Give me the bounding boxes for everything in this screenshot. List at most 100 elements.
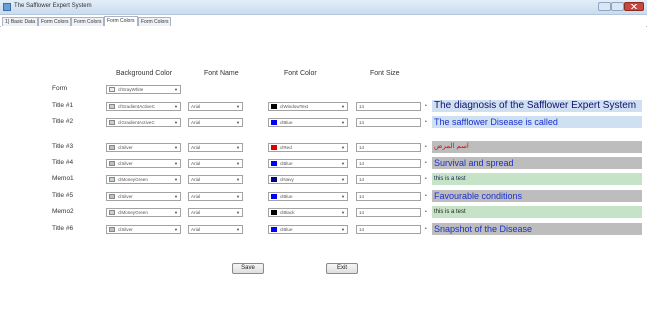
font-color-value: clBlack (280, 210, 295, 215)
color-swatch (271, 210, 277, 215)
background-color-value: clSilver (118, 227, 133, 232)
chevron-down-icon[interactable]: ▼ (235, 176, 241, 183)
font-color-select[interactable]: clBlue ▼ (268, 225, 348, 234)
background-color-select[interactable]: cfGradientActiveC ▼ (106, 102, 181, 111)
chevron-down-icon[interactable]: ▼ (340, 160, 346, 167)
font-size-value: 14 (359, 177, 365, 182)
font-size-select[interactable]: 14 (356, 102, 421, 111)
background-color-value: clSilver (118, 145, 133, 150)
preview-text: this is a test (432, 206, 642, 218)
chevron-down-icon[interactable]: ▼ (235, 119, 241, 126)
chevron-down-icon[interactable]: ▼ (235, 160, 241, 167)
chevron-down-icon[interactable]: ▼ (173, 119, 179, 126)
close-button[interactable] (624, 2, 644, 11)
color-swatch (271, 177, 277, 182)
tab-basic-data[interactable]: 1) Basic Data (2, 17, 38, 26)
font-color-value: clBlue (280, 227, 293, 232)
color-swatch (109, 120, 115, 125)
minimize-button[interactable] (598, 2, 611, 11)
chevron-down-icon[interactable]: ▼ (173, 103, 179, 110)
background-color-select[interactable]: clMoneyGreen ▼ (106, 208, 181, 217)
row-label: Memo2 (52, 208, 74, 215)
tab-form-colors-2[interactable]: Form Colors (71, 17, 104, 26)
chevron-down-icon[interactable]: ▼ (173, 144, 179, 151)
preview-text: this is a test (432, 173, 642, 185)
font-color-select[interactable]: clNavy ▼ (268, 175, 348, 184)
exit-button[interactable]: Exit (326, 263, 358, 274)
color-swatch (271, 161, 277, 166)
chevron-down-icon[interactable]: ▼ (173, 226, 179, 233)
chevron-down-icon[interactable]: ▼ (235, 226, 241, 233)
background-color-value: cfGrayWhite (118, 87, 144, 92)
font-color-select[interactable]: clRed ▼ (268, 143, 348, 152)
font-size-select[interactable]: 14 (356, 225, 421, 234)
font-name-value: Arial (191, 210, 201, 215)
font-name-select[interactable]: Arial ▼ (188, 159, 243, 168)
background-color-select[interactable]: clMoneyGreen ▼ (106, 175, 181, 184)
header-background-color: Background Color (116, 70, 173, 77)
color-swatch (109, 210, 115, 215)
chevron-down-icon[interactable]: ▼ (173, 160, 179, 167)
chevron-down-icon[interactable]: ▼ (340, 176, 346, 183)
tab-form-colors-4[interactable]: Form Colors (138, 17, 171, 26)
header-font-size: Font Size (370, 70, 400, 77)
chevron-down-icon[interactable]: ▼ (340, 144, 346, 151)
font-size-value: 14 (359, 120, 365, 125)
chevron-down-icon[interactable]: ▼ (173, 193, 179, 200)
font-name-select[interactable]: Arial ▼ (188, 118, 243, 127)
row-label: Title #4 (52, 159, 74, 166)
chevron-down-icon[interactable]: ▼ (340, 103, 346, 110)
font-size-value: 14 (359, 210, 365, 215)
background-color-select[interactable]: clSilver ▼ (106, 192, 181, 201)
font-name-select[interactable]: Arial ▼ (188, 225, 243, 234)
color-swatch (271, 120, 277, 125)
chevron-down-icon[interactable]: ▼ (235, 193, 241, 200)
font-name-value: Arial (191, 227, 201, 232)
font-color-select[interactable]: clWindowText ▼ (268, 102, 348, 111)
font-color-value: clBlue (280, 194, 293, 199)
chevron-down-icon[interactable]: ▼ (173, 86, 179, 93)
font-name-select[interactable]: Arial ▼ (188, 102, 243, 111)
chevron-down-icon[interactable]: ▼ (173, 209, 179, 216)
font-color-select[interactable]: clBlack ▼ (268, 208, 348, 217)
background-color-select[interactable]: clSilver ▼ (106, 143, 181, 152)
tab-form-colors-1[interactable]: Form Colors (38, 17, 71, 26)
row-label: Title #3 (52, 143, 74, 150)
app-window: The Safflower Expert System 1) Basic Dat… (0, 0, 647, 327)
chevron-down-icon[interactable]: ▼ (235, 103, 241, 110)
color-swatch (109, 145, 115, 150)
font-name-select[interactable]: Arial ▼ (188, 175, 243, 184)
color-swatch (109, 227, 115, 232)
font-color-select[interactable]: clBlue ▼ (268, 159, 348, 168)
maximize-button[interactable] (611, 2, 624, 11)
font-size-select[interactable]: 14 (356, 143, 421, 152)
background-color-select[interactable]: clSilver ▼ (106, 159, 181, 168)
chevron-down-icon[interactable]: ▼ (340, 209, 346, 216)
row-label: Title #5 (52, 192, 74, 199)
font-size-select[interactable]: 14 (356, 175, 421, 184)
font-size-select[interactable]: 14 (356, 192, 421, 201)
font-color-select[interactable]: clBlue ▼ (268, 192, 348, 201)
background-color-select[interactable]: clSilver ▼ (106, 225, 181, 234)
font-size-select[interactable]: 14 (356, 118, 421, 127)
font-name-select[interactable]: Arial ▼ (188, 208, 243, 217)
background-color-select[interactable]: cfGrayWhite ▼ (106, 85, 181, 94)
font-color-value: clNavy (280, 177, 294, 182)
header-font-color: Font Color (284, 70, 317, 77)
font-size-select[interactable]: 14 (356, 208, 421, 217)
chevron-down-icon[interactable]: ▼ (235, 144, 241, 151)
save-button[interactable]: Save (232, 263, 264, 274)
chevron-down-icon[interactable]: ▼ (340, 193, 346, 200)
chevron-down-icon[interactable]: ▼ (173, 176, 179, 183)
font-size-select[interactable]: 14 (356, 159, 421, 168)
chevron-down-icon[interactable]: ▼ (340, 226, 346, 233)
font-name-select[interactable]: Arial ▼ (188, 192, 243, 201)
background-color-value: clSilver (118, 194, 133, 199)
font-name-select[interactable]: Arial ▼ (188, 143, 243, 152)
font-color-select[interactable]: clBlue ▼ (268, 118, 348, 127)
background-color-value: cfGradientActiveC (118, 104, 156, 109)
font-name-value: Arial (191, 104, 201, 109)
chevron-down-icon[interactable]: ▼ (340, 119, 346, 126)
background-color-select[interactable]: clGradientActiveC ▼ (106, 118, 181, 127)
chevron-down-icon[interactable]: ▼ (235, 209, 241, 216)
